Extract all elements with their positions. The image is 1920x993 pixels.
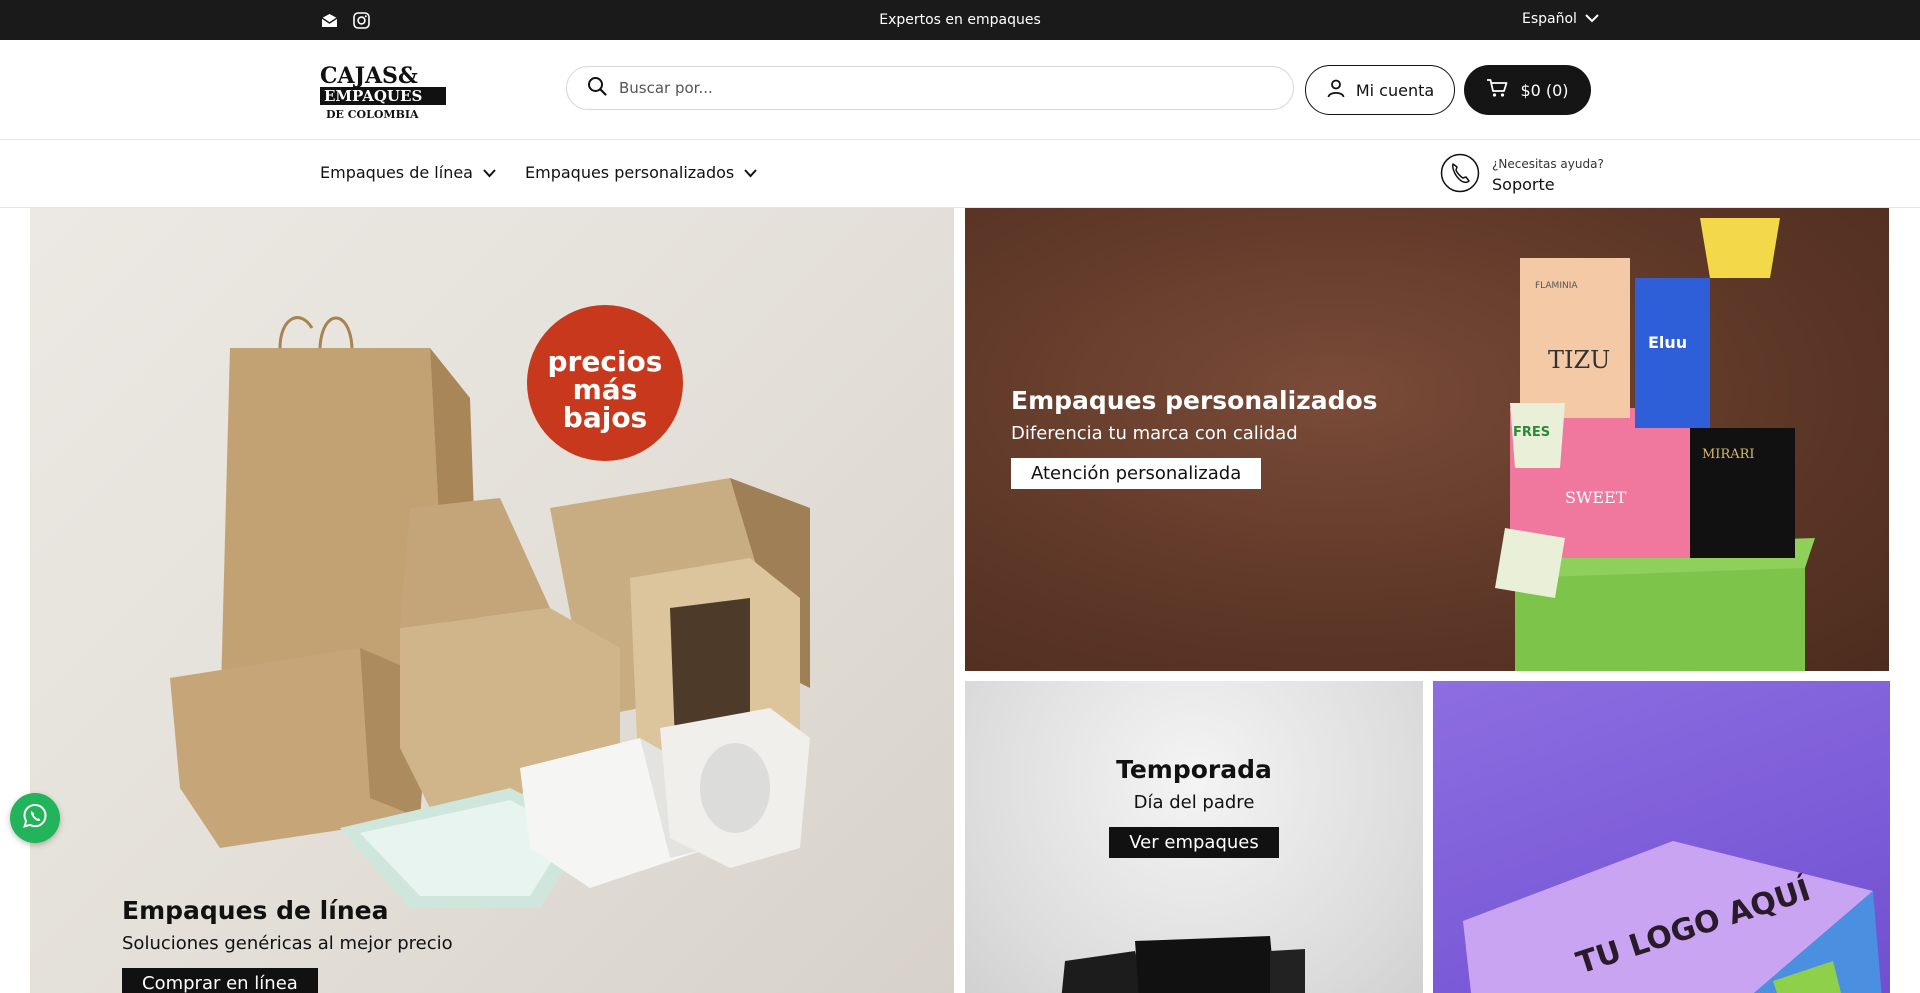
nav-item-empaques-personalizados[interactable]: Empaques personalizados [525,163,757,182]
chevron-down-icon [1585,11,1599,27]
banner-empaques-de-linea[interactable]: precios más bajos Empaques de línea Solu… [30,208,954,993]
nav-item-label: Empaques de línea [320,163,473,182]
chevron-down-icon [483,163,496,182]
banner-subtitle: Diferencia tu marca con calidad [1011,423,1298,444]
price-badge-line2: más bajos [562,373,648,434]
svg-text:FRES: FRES [1513,425,1550,440]
announcement-text: Expertos en empaques [879,12,1041,28]
support-link[interactable]: ¿Necesitas ayuda? Soporte [1440,153,1604,197]
price-badge: precios más bajos [527,348,683,432]
nav-item-empaques-de-linea[interactable]: Empaques de línea [320,163,496,182]
support-caption: ¿Necesitas ayuda? [1492,156,1604,171]
svg-text:Eluu: Eluu [1648,333,1687,352]
logo-box-illustration: TU LOGO AQUÍ [1463,841,1882,993]
announcement-bar: Expertos en empaques Español [0,0,1920,40]
price-badge-line1: precios [547,345,663,378]
support-label: Soporte [1492,174,1555,194]
cart-icon [1486,78,1508,102]
language-selector[interactable]: Español [1522,11,1599,27]
svg-text:SWEET: SWEET [1565,488,1627,507]
svg-text:MIRARI: MIRARI [1702,447,1755,462]
support-text: ¿Necesitas ayuda? Soporte [1492,157,1604,194]
whatsapp-button[interactable] [10,793,60,843]
banner-subtitle: Día del padre [1133,792,1255,813]
svg-text:TIZU: TIZU [1548,346,1610,374]
banner-content: Empaques personalizados Diferencia tu ma… [1011,386,1378,489]
banner-tu-logo[interactable]: TU LOGO AQUÍ [1433,681,1890,993]
banner-subtitle: Soluciones genéricas al mejor precio [122,933,453,954]
personalized-attention-button[interactable]: Atención personalizada [1011,458,1262,489]
shop-online-button[interactable]: Comprar en línea [122,968,318,993]
search-icon [587,76,607,100]
view-packaging-button[interactable]: Ver empaques [1109,827,1279,858]
main-navigation: Empaques de línea Empaques personalizado… [0,141,1920,208]
banner-title: Temporada [1116,755,1272,784]
user-icon [1326,78,1346,102]
banner-title: Empaques de línea [122,896,389,925]
phone-icon [1440,153,1480,197]
banner-temporada[interactable]: Temporada Día del padre Ver empaques [965,681,1423,993]
site-header: CAJAS& EMPAQUES DE COLOMBIA Mi cuenta $0… [0,40,1920,140]
banner-title: Empaques personalizados [1011,386,1378,415]
banner-content: Temporada Día del padre Ver empaques [965,755,1423,858]
chevron-down-icon [744,163,757,182]
account-label: Mi cuenta [1355,80,1435,100]
site-logo[interactable]: CAJAS& EMPAQUES DE COLOMBIA [320,58,446,122]
search-input[interactable] [619,79,1259,97]
svg-text:DE COLOMBIA: DE COLOMBIA [326,108,419,121]
banner-content: Empaques de línea Soluciones genéricas a… [122,896,453,993]
banner-empaques-personalizados[interactable]: SWEET TIZU FLAMINIA Eluu MIRARI FRES Emp… [965,208,1889,671]
boxes-illustration [170,305,810,908]
language-label: Español [1522,11,1577,27]
search-bar[interactable] [566,66,1294,110]
cart-button[interactable]: $0 (0) [1464,65,1591,115]
whatsapp-icon [21,802,49,834]
svg-text:FLAMINIA: FLAMINIA [1535,281,1578,291]
nav-item-label: Empaques personalizados [525,163,735,182]
svg-text:CAJAS&: CAJAS& [320,63,418,89]
cart-label: $0 (0) [1520,80,1569,100]
svg-text:EMPAQUES: EMPAQUES [324,87,422,105]
account-button[interactable]: Mi cuenta [1305,65,1455,115]
